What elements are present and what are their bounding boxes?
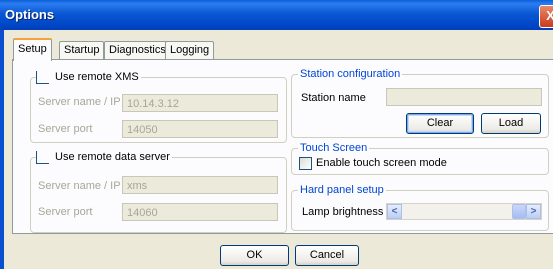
station-name-label: Station name (301, 92, 366, 104)
hard-panel-title: Hard panel setup (298, 184, 386, 196)
xms-port-input[interactable]: 14050 (122, 120, 278, 138)
touch-screen-title: Touch Screen (298, 142, 370, 154)
use-remote-xms-label: Use remote XMS (37, 71, 141, 83)
clear-button[interactable]: Clear (406, 113, 474, 134)
data-port-input[interactable]: 14060 (122, 203, 278, 221)
chevron-left-icon: < (391, 206, 398, 217)
tab-setup[interactable]: Setup (13, 38, 52, 61)
tab-startup[interactable]: Startup (59, 41, 105, 59)
data-port-label: Server port (38, 206, 93, 218)
scroll-right-button[interactable]: > (526, 204, 541, 219)
touch-screen-checkbox[interactable] (299, 157, 312, 170)
use-remote-data-server-label: Use remote data server (37, 151, 172, 163)
title-bar[interactable]: Options X (0, 0, 553, 30)
window-frame (0, 30, 4, 269)
xms-server-label: Server name / IP (38, 96, 121, 108)
xms-port-label: Server port (38, 123, 93, 135)
window-title: Options (5, 7, 55, 22)
close-button[interactable]: X (539, 5, 553, 28)
ok-button[interactable]: OK (220, 245, 289, 266)
lamp-brightness-scrollbar[interactable]: < > (386, 203, 542, 220)
close-icon: X (546, 8, 553, 23)
station-configuration-title: Station configuration (298, 68, 403, 80)
tab-logging[interactable]: Logging (165, 41, 215, 59)
scroll-left-button[interactable]: < (387, 204, 402, 219)
tab-diagnostics[interactable]: Diagnostics (104, 41, 171, 59)
cancel-button[interactable]: Cancel (295, 245, 359, 266)
station-name-input[interactable] (386, 88, 542, 106)
data-server-input[interactable]: xms (122, 176, 278, 194)
options-window: Options X Setup Startup Diagnostics Logg… (0, 0, 553, 269)
lamp-brightness-label: Lamp brightness (302, 206, 384, 218)
xms-server-input[interactable]: 10.14.3.12 (122, 94, 278, 112)
data-server-label: Server name / IP (38, 180, 121, 192)
lamp-brightness-thumb[interactable] (512, 204, 526, 219)
remote-data-server-group: Use remote data server (30, 151, 287, 233)
load-button[interactable]: Load (481, 113, 541, 134)
touch-screen-label: Enable touch screen mode (316, 157, 447, 169)
chevron-right-icon: > (530, 206, 537, 217)
